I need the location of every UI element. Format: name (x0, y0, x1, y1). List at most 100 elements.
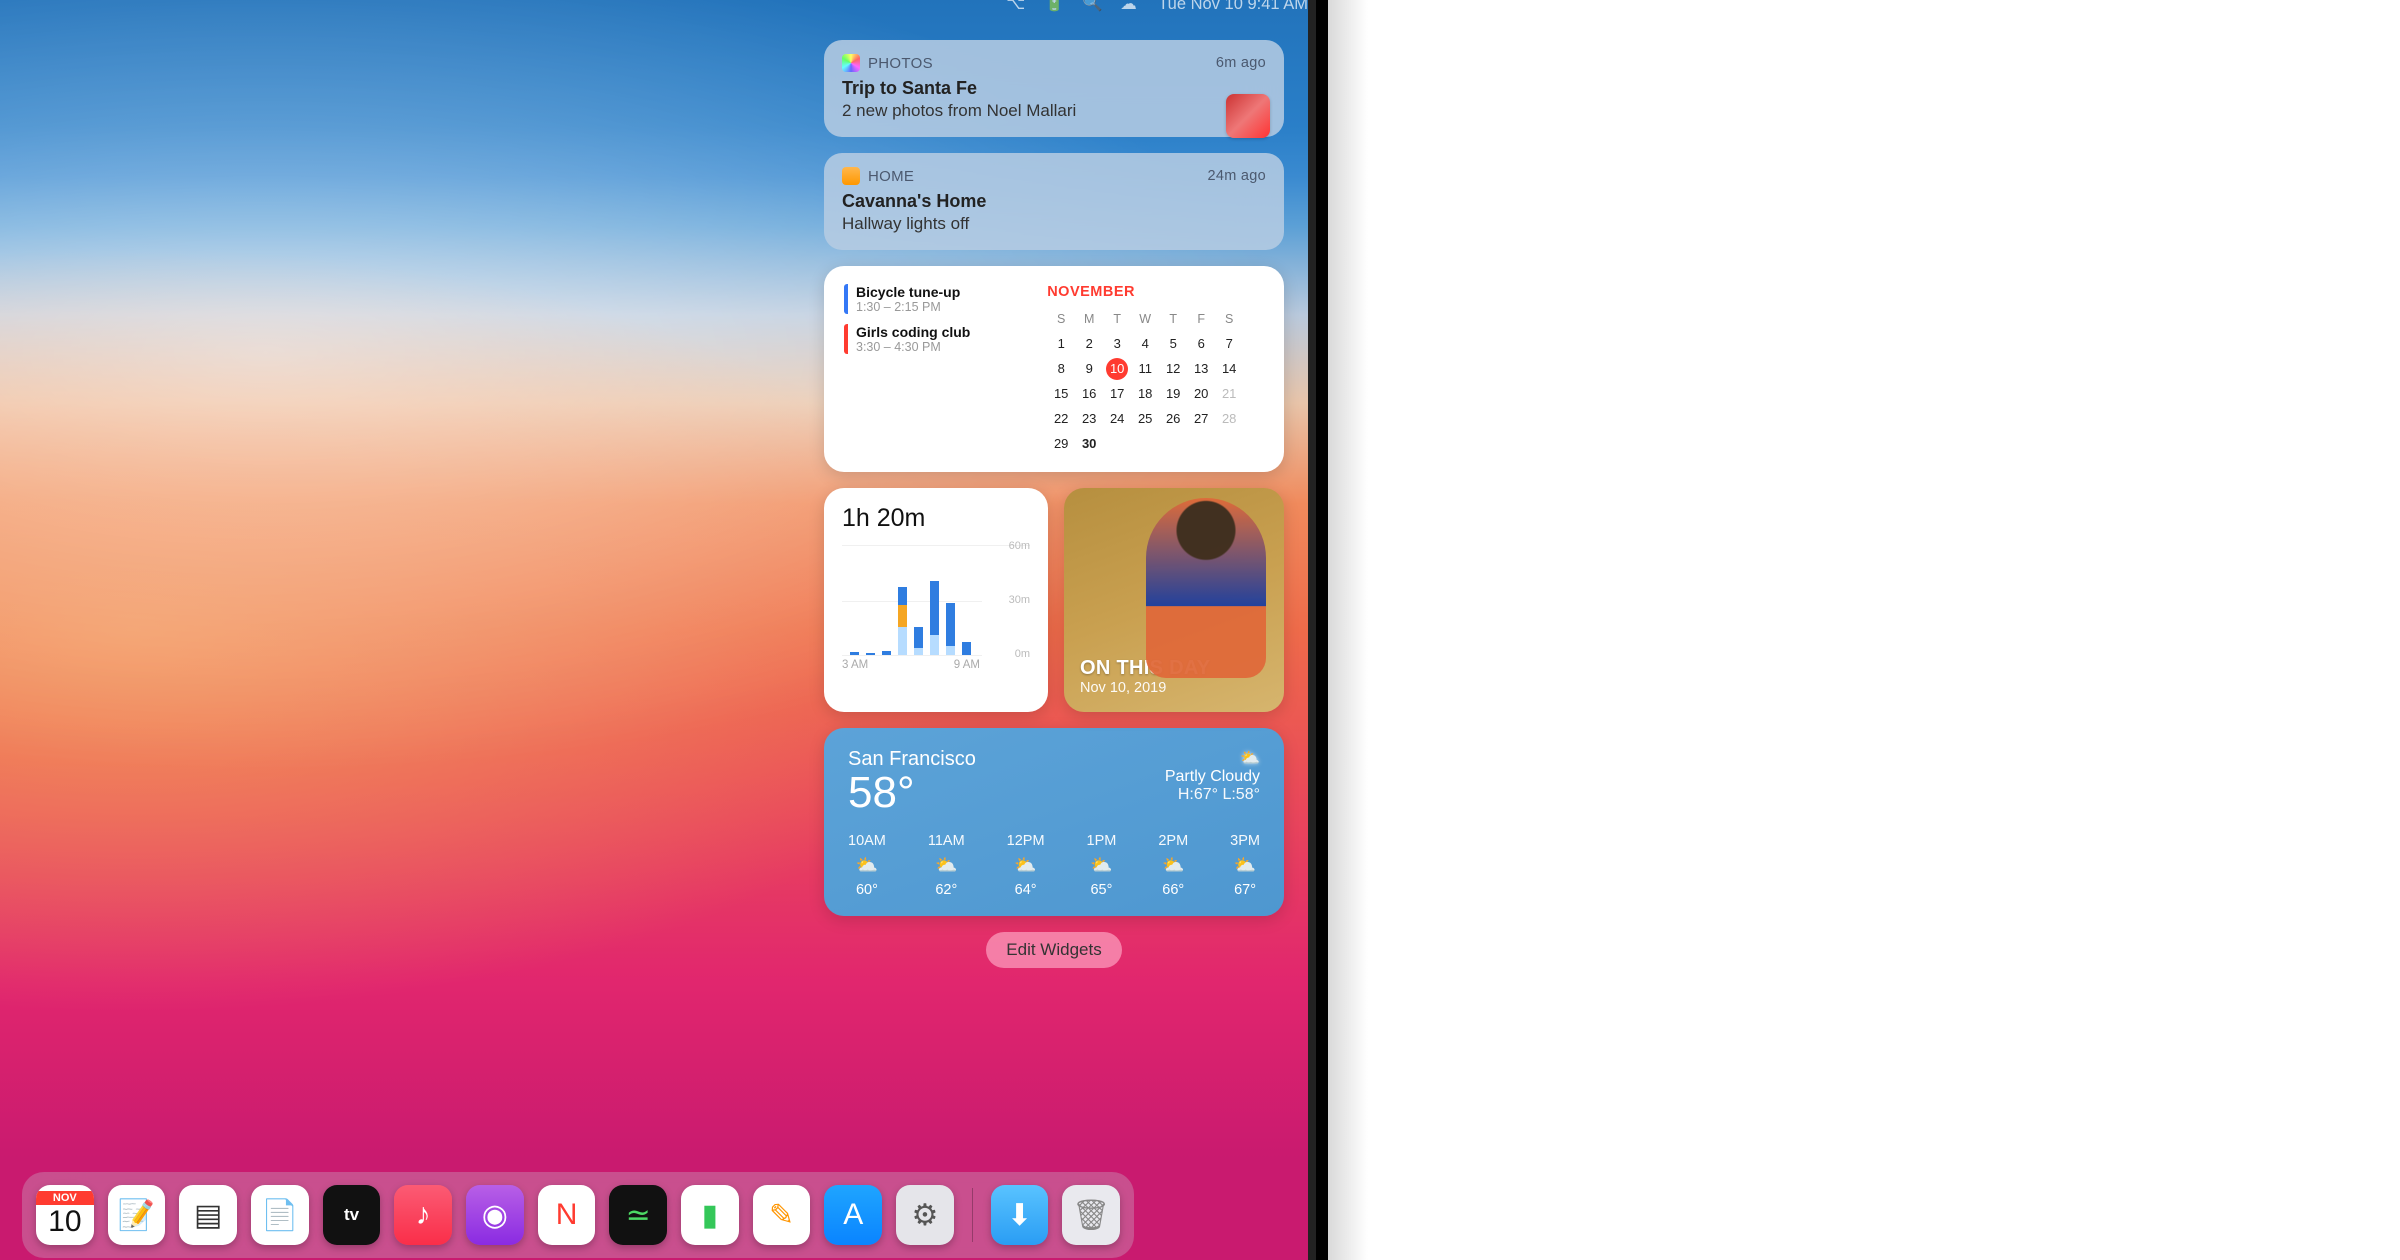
dock-separator (972, 1188, 973, 1242)
partly-cloudy-icon: ⛅ (1230, 855, 1260, 876)
dock-app-notes[interactable]: 📝 (108, 1185, 166, 1245)
calendar-grid: NOVEMBER SMTWTFS123456789101112131415161… (1047, 284, 1264, 456)
calendar-day (1215, 431, 1243, 456)
calendar-widget[interactable]: Bicycle tune-up1:30 – 2:15 PM Girls codin… (824, 266, 1284, 472)
notif-title: Cavanna's Home (842, 191, 1266, 212)
screentime-widget[interactable]: 1h 20m 60m 30m 0m 3 AM 9 AM (824, 488, 1048, 712)
calendar-day: 30 (1075, 431, 1103, 456)
calendar-day: 9 (1075, 356, 1103, 381)
weather-hour: 3PM⛅67° (1230, 833, 1260, 898)
screentime-bar (882, 651, 891, 655)
dock-app-settings[interactable]: ⚙︎ (896, 1185, 954, 1245)
calendar-day: 2 (1075, 331, 1103, 356)
calendar-day: 18 (1131, 381, 1159, 406)
calendar-day (1187, 431, 1215, 456)
notification-home[interactable]: HOME 24m ago Cavanna's Home Hallway ligh… (824, 153, 1284, 250)
notification-photos[interactable]: PHOTOS 6m ago Trip to Santa Fe 2 new pho… (824, 40, 1284, 137)
weather-hour: 12PM⛅64° (1007, 833, 1045, 898)
calendar-day: 8 (1047, 356, 1075, 381)
x-label: 3 AM (842, 659, 868, 671)
search-icon[interactable]: 🔍 (1082, 0, 1102, 14)
calendar-day: 12 (1159, 356, 1187, 381)
partly-cloudy-icon: ⛅ (928, 855, 965, 876)
calendar-event: Bicycle tune-up1:30 – 2:15 PM (844, 284, 1037, 314)
dock-app-pages[interactable]: ✎ (753, 1185, 811, 1245)
calendar-event: Girls coding club3:30 – 4:30 PM (844, 324, 1037, 354)
calendar-day (1159, 431, 1187, 456)
y-label: 0m (1015, 648, 1030, 660)
weekday-label: F (1187, 306, 1215, 331)
weather-condition: Partly Cloudy (1165, 768, 1260, 786)
calendar-month-label: NOVEMBER (1047, 284, 1264, 300)
calendar-day: 29 (1047, 431, 1075, 456)
weekday-label: W (1131, 306, 1159, 331)
y-label: 60m (1009, 540, 1030, 552)
screentime-bar (962, 642, 971, 655)
notif-app-label: PHOTOS (868, 55, 933, 72)
control-center-icon[interactable]: ⌥ (1006, 0, 1026, 14)
calendar-day (1103, 431, 1131, 456)
weather-hour: 2PM⛅66° (1158, 833, 1188, 898)
calendar-day: 4 (1131, 331, 1159, 356)
calendar-day: 7 (1215, 331, 1243, 356)
home-app-icon (842, 167, 860, 185)
dock-app-downloads[interactable]: ⬇︎ (991, 1185, 1049, 1245)
x-label: 9 AM (954, 659, 980, 671)
calendar-day: 13 (1187, 356, 1215, 381)
partly-cloudy-icon: ⛅ (1087, 855, 1117, 876)
calendar-day: 19 (1159, 381, 1187, 406)
partly-cloudy-icon: ⛅ (848, 855, 886, 876)
dock-app-podcasts[interactable]: ◉ (466, 1185, 524, 1245)
calendar-day: 22 (1047, 406, 1075, 431)
dock-app-books[interactable]: 📄 (251, 1185, 309, 1245)
dock-app-tv[interactable]: tv (323, 1185, 381, 1245)
memory-photo (1146, 498, 1266, 678)
partly-cloudy-icon: ⛅ (1007, 855, 1045, 876)
calendar-day: 25 (1131, 406, 1159, 431)
calendar-day: 28 (1215, 406, 1243, 431)
battery-icon[interactable]: 🔋 (1044, 0, 1064, 14)
photos-memory-widget[interactable]: ON THIS DAY Nov 10, 2019 (1064, 488, 1284, 712)
photo-thumbnail (1226, 94, 1270, 138)
dock-app-calendar[interactable]: NOV10 (36, 1185, 94, 1245)
weather-widget[interactable]: San Francisco 58° ⛅ Partly Cloudy H:67° … (824, 728, 1284, 916)
dock-app-music[interactable]: ♪ (394, 1185, 452, 1245)
calendar-day: 11 (1131, 356, 1159, 381)
calendar-day: 1 (1047, 331, 1075, 356)
dock-app-news[interactable]: N (538, 1185, 596, 1245)
notif-time: 24m ago (1207, 168, 1266, 184)
edit-widgets-button[interactable]: Edit Widgets (986, 932, 1121, 968)
notif-app-label: HOME (868, 168, 914, 185)
weekday-label: S (1047, 306, 1075, 331)
weather-hour: 11AM⛅62° (928, 833, 965, 898)
screentime-bar (898, 587, 907, 655)
calendar-day: 26 (1159, 406, 1187, 431)
calendar-day: 27 (1187, 406, 1215, 431)
menubar-clock[interactable]: Tue Nov 10 9:41 AM (1158, 0, 1308, 14)
weekday-label: S (1215, 306, 1243, 331)
calendar-day: 6 (1187, 331, 1215, 356)
dock-app-trash[interactable]: 🗑 (1062, 1185, 1120, 1245)
partly-cloudy-icon: ⛅ (1158, 855, 1188, 876)
desktop: ⌥ 🔋 🔍 ☁︎ Tue Nov 10 9:41 AM PHOTOS 6m ag… (0, 0, 1328, 1260)
weekday-label: T (1103, 306, 1131, 331)
calendar-day: 21 (1215, 381, 1243, 406)
screentime-bar (866, 653, 875, 655)
memory-date: Nov 10, 2019 (1080, 680, 1268, 696)
dock-app-appstore[interactable]: A (824, 1185, 882, 1245)
screentime-bar (946, 603, 955, 655)
weather-hilo: H:67° L:58° (1165, 786, 1260, 804)
dock-app-numbers[interactable]: ▮ (681, 1185, 739, 1245)
calendar-day: 3 (1103, 331, 1131, 356)
calendar-day: 24 (1103, 406, 1131, 431)
partly-cloudy-icon: ⛅ (1165, 748, 1260, 768)
dock-app-reminders[interactable]: ▤ (179, 1185, 237, 1245)
weekday-label: T (1159, 306, 1187, 331)
wifi-icon[interactable]: ☁︎ (1120, 0, 1140, 14)
screentime-bar (850, 652, 859, 655)
calendar-day: 14 (1215, 356, 1243, 381)
calendar-day: 16 (1075, 381, 1103, 406)
dock-app-stocks[interactable]: ≃ (609, 1185, 667, 1245)
screentime-total: 1h 20m (842, 504, 1030, 533)
notification-center: PHOTOS 6m ago Trip to Santa Fe 2 new pho… (824, 40, 1284, 968)
